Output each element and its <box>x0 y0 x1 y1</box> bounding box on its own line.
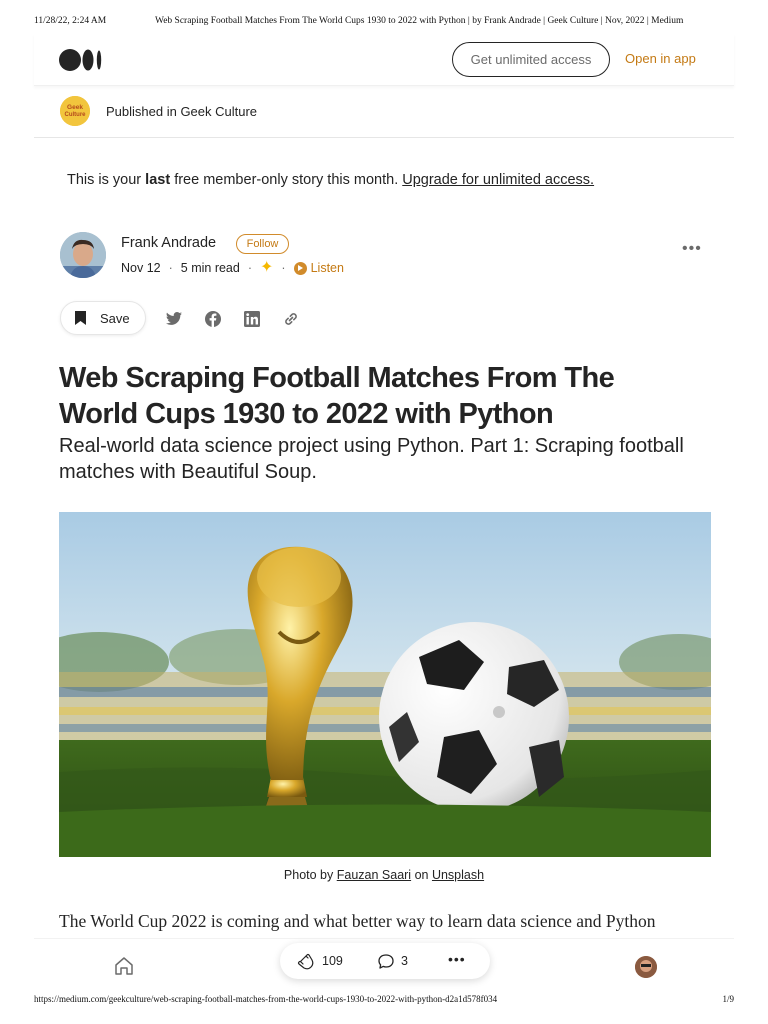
read-time: 5 min read <box>180 261 240 275</box>
publication-row: Geek Culture Published in Geek Culture <box>34 96 734 138</box>
image-caption: Photo by Fauzan Saari on Unsplash <box>0 868 768 882</box>
author-avatar[interactable] <box>60 232 106 278</box>
unsplash-link[interactable]: Unsplash <box>432 868 484 882</box>
comment-icon[interactable] <box>377 953 395 970</box>
user-avatar[interactable] <box>635 956 657 978</box>
more-icon[interactable]: ••• <box>448 951 466 967</box>
author-name[interactable]: Frank Andrade <box>121 235 216 251</box>
separator-dot: · <box>281 261 286 275</box>
play-icon <box>293 261 307 275</box>
save-label: Save <box>100 310 130 326</box>
engagement-pill: 109 3 ••• <box>280 943 490 979</box>
svg-text:Culture: Culture <box>65 112 87 118</box>
facebook-icon[interactable] <box>204 310 222 328</box>
caption-mid: on <box>411 868 432 882</box>
follow-button[interactable]: Follow <box>236 234 289 254</box>
upsell-emphasis: last <box>145 172 171 188</box>
print-title: Web Scraping Football Matches From The W… <box>155 16 684 26</box>
user-photo <box>635 956 657 978</box>
get-unlimited-access-button[interactable]: Get unlimited access <box>452 42 610 77</box>
upsell-prefix: This is your <box>67 172 146 188</box>
home-icon[interactable] <box>113 955 135 977</box>
print-url: https://medium.com/geekculture/web-scrap… <box>34 994 498 1004</box>
clap-count: 109 <box>322 954 343 968</box>
article-meta: Nov 12 · 5 min read · ✦ · Listen <box>121 259 344 276</box>
page-number: 1/9 <box>722 994 734 1004</box>
twitter-icon[interactable] <box>165 310 183 328</box>
open-in-app-link[interactable]: Open in app <box>625 51 696 66</box>
upsell-middle: free member-only story this month. <box>170 172 403 188</box>
linkedin-icon[interactable] <box>243 310 261 328</box>
listen-button[interactable]: Listen <box>293 261 344 275</box>
print-timestamp: 11/28/22, 2:24 AM <box>34 16 107 26</box>
bookmark-icon <box>75 311 86 325</box>
more-icon[interactable]: ••• <box>682 240 702 258</box>
response-count: 3 <box>401 954 408 968</box>
caption-prefix: Photo by <box>283 868 337 882</box>
hero-image <box>59 512 711 857</box>
article-body-first-line: The World Cup 2022 is coming and what be… <box>59 911 656 931</box>
author-photo <box>60 232 106 278</box>
link-icon[interactable] <box>282 310 300 328</box>
publish-date: Nov 12 <box>121 261 161 275</box>
world-cup-trophy-and-ball-photo <box>59 512 711 857</box>
separator-dot: · <box>168 261 173 275</box>
bottom-action-bar: 109 3 ••• <box>34 938 734 988</box>
separator-dot: · <box>247 261 253 275</box>
article-subtitle: Real-world data science project using Py… <box>59 435 684 483</box>
geek-culture-logo-icon: Geek Culture <box>60 96 90 126</box>
article-title: Web Scraping Football Matches From The W… <box>59 362 615 430</box>
listen-label: Listen <box>310 261 344 275</box>
published-in-label[interactable]: Published in Geek Culture <box>106 104 257 119</box>
save-button[interactable]: Save <box>60 301 146 335</box>
clap-icon[interactable] <box>296 952 316 970</box>
sparkle-icon: ✦ <box>260 259 274 276</box>
print-header: 11/28/22, 2:24 AM Web Scraping Football … <box>34 16 734 30</box>
top-navigation-bar: Get unlimited access Open in app <box>34 34 734 86</box>
upgrade-link[interactable]: Upgrade for unlimited access. <box>402 172 594 188</box>
photographer-link[interactable]: Fauzan Saari <box>337 868 411 882</box>
medium-logo[interactable] <box>59 49 103 71</box>
member-upsell-banner: This is your last free member-only story… <box>67 172 594 188</box>
svg-text:Geek: Geek <box>67 104 83 111</box>
publication-logo[interactable]: Geek Culture <box>60 96 90 126</box>
